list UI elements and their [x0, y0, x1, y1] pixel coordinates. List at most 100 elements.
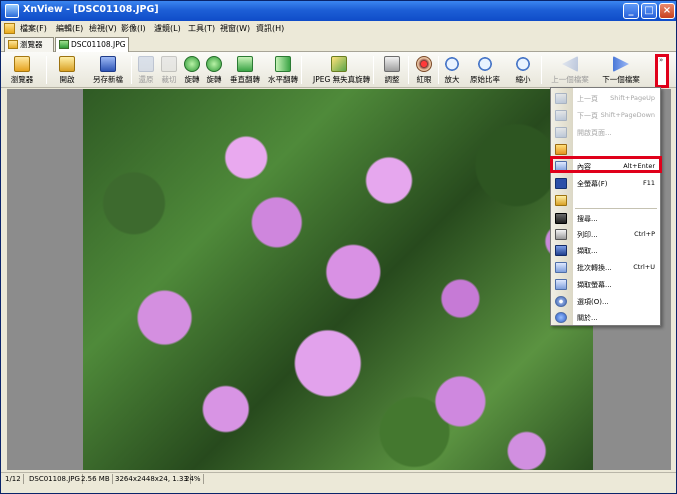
crop-icon — [161, 56, 177, 72]
menu-item-about[interactable]: 關於... — [551, 310, 660, 325]
toolbar-flip-vertical-button[interactable]: 垂直翻轉 — [230, 54, 260, 86]
status-zoom: 24% — [183, 474, 204, 484]
browser-icon — [14, 56, 30, 72]
overflow-chevron-icon: » — [659, 56, 664, 64]
zoom-original-icon — [477, 56, 493, 72]
menu-item-capture[interactable]: 擷取... — [551, 243, 660, 258]
status-filesize: 2.56 MB — [79, 474, 113, 484]
menu-file[interactable]: 檔案(F) — [20, 23, 47, 34]
toolbar-overflow-button[interactable]: » — [655, 54, 669, 88]
toolbar-label: 上一個檔案 — [551, 75, 589, 84]
rotate-right-icon — [206, 56, 222, 72]
tab-image[interactable]: DSC01108.JPG — [55, 37, 129, 52]
menu-filter[interactable]: 濾鏡(L) — [154, 23, 181, 34]
menu-item-label: 搜尋... — [577, 215, 598, 223]
menu-view[interactable]: 檢視(V) — [89, 23, 117, 34]
jpeg-lossless-rotate-icon — [331, 56, 347, 72]
toolbar-zoom-out-button[interactable]: 縮小 — [513, 54, 533, 86]
toolbar-label: 調整 — [384, 75, 400, 84]
folder-icon — [555, 195, 567, 206]
previous-page-icon — [555, 93, 567, 104]
minimize-button[interactable]: _ — [623, 3, 639, 19]
title-bar[interactable]: XnView - [DSC01108.JPG] _ □ × — [1, 1, 676, 21]
red-eye-icon — [416, 56, 432, 72]
image-icon — [555, 144, 567, 155]
capture-icon — [555, 245, 567, 256]
fullscreen-icon — [555, 178, 567, 189]
toolbar-label: 開啟 — [59, 75, 75, 84]
toolbar-label: 水平翻轉 — [268, 75, 298, 84]
toolbar-rotate-right-button[interactable]: 旋轉 — [204, 54, 224, 86]
menu-edit[interactable]: 編輯(E) — [56, 23, 83, 34]
close-button[interactable]: × — [659, 3, 675, 19]
menu-item-label: 上一頁 — [577, 95, 598, 103]
toolbar-open-button[interactable]: 開啟 — [55, 54, 79, 86]
toolbar-previous-file-button[interactable]: 上一個檔案 — [551, 54, 589, 86]
context-menu: 上一頁 Shift+PageUp 下一頁 Shift+PageDown 開啟頁面… — [550, 87, 661, 326]
toolbar-label: JPEG 無失真旋轉 — [313, 75, 371, 84]
menu-window[interactable]: 視窗(W) — [220, 23, 250, 34]
search-icon — [555, 213, 567, 224]
menu-item-previous-page[interactable]: 上一頁 Shift+PageUp — [551, 91, 660, 106]
menu-item-folder[interactable] — [551, 193, 660, 208]
toolbar-save-as-button[interactable]: 另存新檔 — [93, 54, 123, 86]
menu-tools[interactable]: 工具(T) — [188, 23, 215, 34]
menu-item-image[interactable] — [551, 142, 660, 157]
menu-item-label: 全螢幕(F) — [577, 180, 608, 188]
browser-tab-icon — [8, 40, 18, 49]
menu-item-label: 開啟頁面... — [577, 129, 612, 137]
menu-item-label: 列印... — [577, 231, 598, 239]
toolbar-label: 原始比率 — [470, 75, 500, 84]
menu-item-search[interactable]: 搜尋... — [551, 211, 660, 226]
menu-item-fullscreen[interactable]: 全螢幕(F) F11 — [551, 176, 660, 191]
batch-convert-icon — [555, 262, 567, 273]
app-icon — [5, 4, 19, 18]
toolbar-adjust-button[interactable]: 調整 — [381, 54, 403, 86]
status-bar: 1/12 DSC01108.JPG 2.56 MB 3264x2448x24, … — [1, 472, 676, 484]
toolbar-flip-horizontal-button[interactable]: 水平翻轉 — [268, 54, 298, 86]
menu-item-screen-capture[interactable]: 擷取螢幕... — [551, 277, 660, 292]
menu-item-shortcut: Ctrl+U — [633, 263, 655, 271]
menu-item-shortcut: Shift+PageUp — [610, 94, 655, 102]
toolbar: 瀏覽器 開啟 另存新檔 還原 裁切 旋轉 旋轉 垂直翻轉 水平翻轉 JPEG 無… — [1, 52, 676, 88]
toolbar-browser-button[interactable]: 瀏覽器 — [7, 54, 37, 86]
menu-item-next-page[interactable]: 下一頁 Shift+PageDown — [551, 108, 660, 123]
next-page-icon — [555, 110, 567, 121]
menu-item-shortcut: Shift+PageDown — [600, 111, 655, 119]
status-page: 1/12 — [3, 474, 24, 484]
rotate-left-icon — [184, 56, 200, 72]
toolbar-zoom-in-button[interactable]: 放大 — [442, 54, 462, 86]
toolbar-separator — [373, 56, 374, 84]
toolbar-zoom-original-button[interactable]: 原始比率 — [470, 54, 500, 86]
menu-image[interactable]: 影像(I) — [121, 23, 146, 34]
menu-item-label: 擷取... — [577, 247, 598, 255]
toolbar-label: 下一個檔案 — [602, 75, 640, 84]
maximize-button[interactable]: □ — [641, 3, 657, 19]
save-icon — [100, 56, 116, 72]
flip-horizontal-icon — [275, 56, 291, 72]
menu-item-print[interactable]: 列印... Ctrl+P — [551, 227, 660, 242]
menu-separator — [575, 208, 657, 209]
previous-file-icon — [562, 56, 578, 72]
menu-bar: 檔案(F) 編輯(E) 檢視(V) 影像(I) 濾鏡(L) 工具(T) 視窗(W… — [1, 21, 676, 36]
zoom-in-icon — [444, 56, 460, 72]
menu-item-label: 擷取螢幕... — [577, 281, 612, 289]
toolbar-jpeg-lossless-button[interactable]: JPEG 無失真旋轉 — [313, 54, 370, 86]
toolbar-next-file-button[interactable]: 下一個檔案 — [602, 54, 640, 86]
menu-item-open-page[interactable]: 開啟頁面... — [551, 125, 660, 140]
menu-help[interactable]: 資訊(H) — [256, 23, 284, 34]
toolbar-label: 瀏覽器 — [10, 75, 34, 84]
toolbar-label: 垂直翻轉 — [230, 75, 260, 84]
menu-item-options[interactable]: 選項(O)... — [551, 294, 660, 309]
tab-browser[interactable]: 瀏覽器 — [4, 37, 54, 52]
flip-vertical-icon — [237, 56, 253, 72]
status-dimensions: 3264x2448x24, 1.33 — [113, 474, 191, 484]
toolbar-red-eye-button[interactable]: 紅眼 — [414, 54, 434, 86]
menu-item-batch-convert[interactable]: 批次轉換... Ctrl+U — [551, 260, 660, 275]
xnview-window: XnView - [DSC01108.JPG] _ □ × 檔案(F) 編輯(E… — [0, 0, 677, 494]
zoom-out-icon — [515, 56, 531, 72]
flower-photo — [83, 89, 593, 470]
menu-item-label: 關於... — [577, 314, 598, 322]
adjust-icon — [384, 56, 400, 72]
screen-capture-icon — [555, 279, 567, 290]
